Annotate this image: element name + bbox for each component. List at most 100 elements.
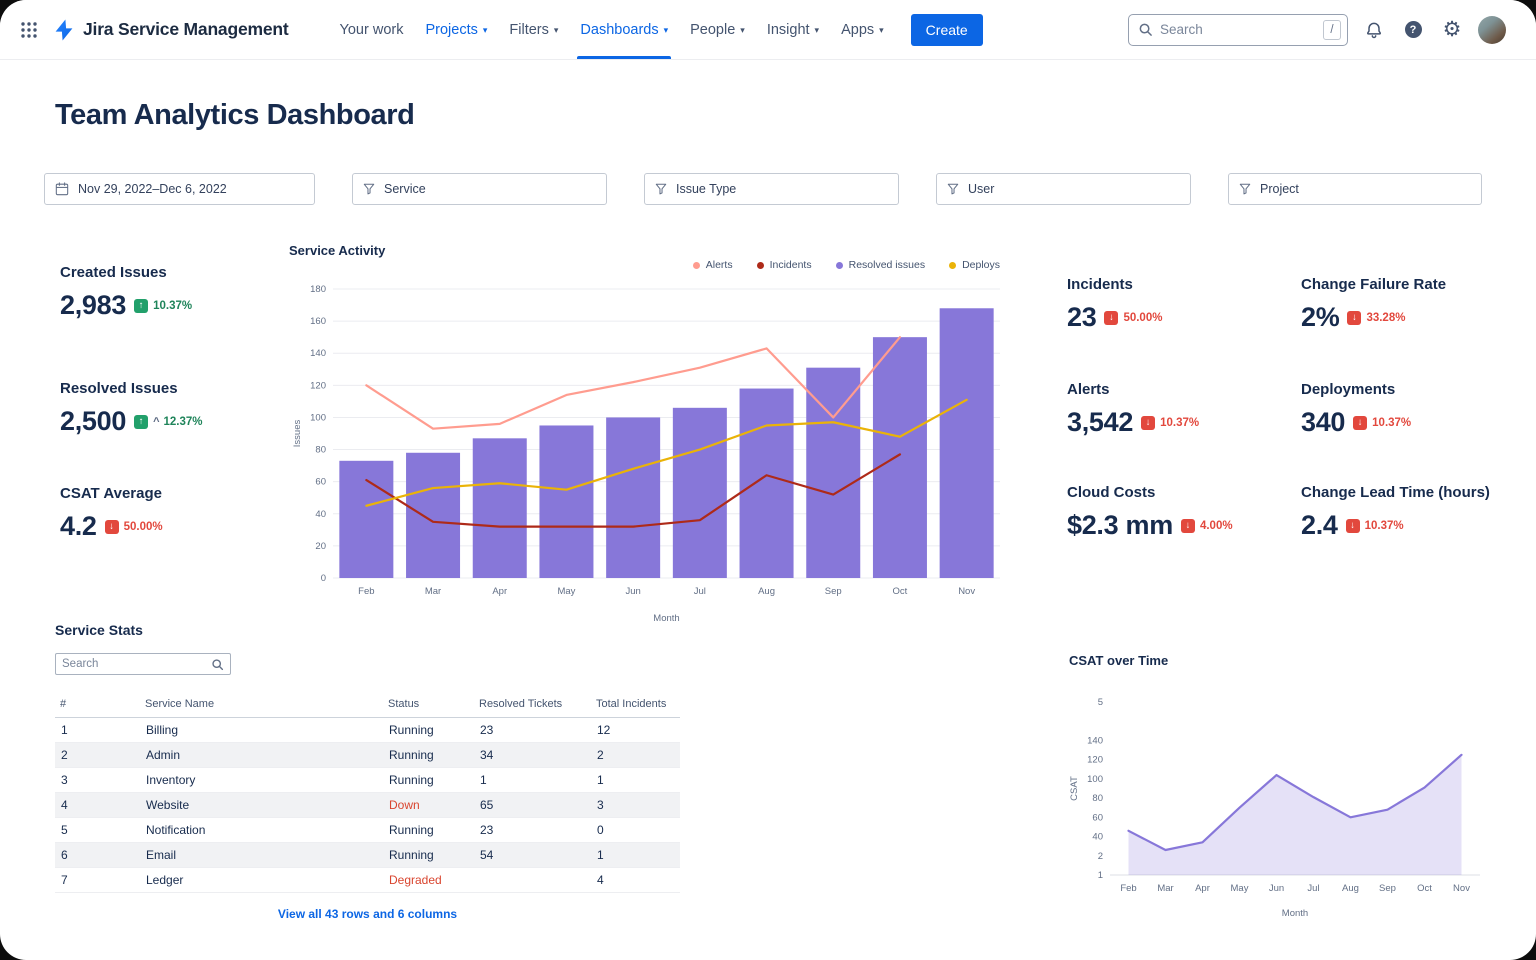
svg-text:40: 40 [1092,832,1103,843]
resolved-tickets-cell: 23 [474,718,591,743]
trend-badge: ↓ [1353,416,1367,430]
calendar-icon [55,182,69,196]
table-row-billing[interactable]: 1BillingRunning2312 [55,718,680,743]
kpi-label: Resolved Issues [60,380,203,397]
service-stats-table: #Service NameStatusResolved TicketsTotal… [55,692,680,893]
total-incidents-cell: 1 [591,768,680,793]
kpi-cloud-costs: Cloud Costs $2.3 mm ↓ 4.00% [1067,484,1233,541]
svg-text:180: 180 [310,284,326,295]
filter-issue-type[interactable]: Issue Type [644,173,899,205]
filter-user[interactable]: User [936,173,1191,205]
nav-item-apps[interactable]: Apps ▾ [830,0,895,59]
status-cell: Running [383,818,474,843]
nav-item-projects[interactable]: Projects ▾ [414,0,498,59]
chart-legend: Alerts Incidents Resolved issues Deploys [283,259,1000,271]
nav-item-your-work[interactable]: Your work [329,0,415,59]
table-search-input[interactable] [62,658,211,670]
filter-label: Nov 29, 2022–Dec 6, 2022 [78,182,227,196]
chevron-down-icon: ▾ [664,25,669,36]
kpi-label: Incidents [1067,276,1162,293]
status-cell: Running [383,843,474,868]
table-row-admin[interactable]: 2AdminRunning342 [55,743,680,768]
table-row-website[interactable]: 4WebsiteDown653 [55,793,680,818]
nav-item-label: Apps [841,22,874,38]
nav-item-insight[interactable]: Insight ▾ [756,0,830,59]
svg-text:May: May [1231,883,1249,894]
total-incidents-cell: 12 [591,718,680,743]
kpi-value: 4.2 [60,511,97,542]
svg-text:1: 1 [1098,870,1103,881]
kpi-card: Created Issues 2,983 ↑ 10.37% [60,264,192,321]
nav-item-dashboards[interactable]: Dashboards ▾ [569,0,679,59]
row-number-cell: 5 [55,818,140,843]
kpi-card: Alerts 3,542 ↓ 10.37% [1067,381,1199,438]
app-switcher-icon[interactable] [20,21,38,39]
brand-home-link[interactable]: Jira Service Management [52,18,289,42]
kpi-card: Deployments 340 ↓ 10.37% [1301,381,1411,438]
column-header-status: Status [383,692,474,718]
legend-item-resolved-issues[interactable]: Resolved issues [836,259,925,271]
table-search[interactable] [55,653,231,675]
svg-text:Jul: Jul [1307,883,1319,894]
service-name-cell: Ledger [140,868,383,893]
svg-text:Feb: Feb [358,586,374,597]
filter-icon [1239,183,1251,195]
create-button[interactable]: Create [911,14,983,46]
svg-text:60: 60 [315,477,326,488]
svg-text:120: 120 [1087,755,1103,766]
global-search[interactable]: / [1128,14,1348,46]
svg-text:140: 140 [1087,735,1103,746]
filter-project[interactable]: Project [1228,173,1482,205]
resolved-tickets-cell: 34 [474,743,591,768]
svg-text:Apr: Apr [1195,883,1210,894]
svg-text:May: May [557,586,575,597]
view-all-link[interactable]: View all 43 rows and 6 columns [55,907,680,921]
table-row-ledger[interactable]: 7LedgerDegraded4 [55,868,680,893]
total-incidents-cell: 1 [591,843,680,868]
legend-item-alerts[interactable]: Alerts [693,259,733,271]
svg-text:Feb: Feb [1120,883,1136,894]
row-number-cell: 4 [55,793,140,818]
svg-text:Mar: Mar [1157,883,1173,894]
service-name-cell: Website [140,793,383,818]
filter-date-range[interactable]: Nov 29, 2022–Dec 6, 2022 [44,173,315,205]
legend-item-incidents[interactable]: Incidents [757,259,812,271]
brand-title: Jira Service Management [83,19,289,40]
chevron-down-icon: ▾ [879,25,884,36]
svg-text:Issues: Issues [292,420,303,448]
trend-badge: ↓ [105,520,119,534]
notifications-bell-icon[interactable] [1361,17,1387,43]
chevron-down-icon: ▾ [483,25,488,36]
kpi-delta: 10.37% [1160,417,1199,429]
kpi-delta: 10.37% [153,300,192,312]
filter-service[interactable]: Service [352,173,607,205]
legend-item-deploys[interactable]: Deploys [949,259,1000,271]
nav-item-people[interactable]: People ▾ [679,0,756,59]
trend-badge: ↑ [134,415,148,429]
status-cell: Degraded [383,868,474,893]
svg-text:Sep: Sep [825,586,842,597]
column-header-service-name: Service Name [140,692,383,718]
filter-label: Project [1260,182,1299,196]
resolved-tickets-cell [474,868,591,893]
nav-item-filters[interactable]: Filters ▾ [498,0,569,59]
table-row-notification[interactable]: 5NotificationRunning230 [55,818,680,843]
table-row-inventory[interactable]: 3InventoryRunning11 [55,768,680,793]
kpi-card: Incidents 23 ↓ 50.00% [1067,276,1162,333]
kpi-alerts: Alerts 3,542 ↓ 10.37% [1067,381,1199,438]
kpi-change-lead-time: Change Lead Time (hours) 2.4 ↓ 10.37% [1301,484,1490,541]
settings-gear-icon[interactable]: ⚙ [1439,17,1465,43]
kpi-value: $2.3 mm [1067,510,1173,541]
kpi-label: Change Lead Time (hours) [1301,484,1490,501]
svg-text:Sep: Sep [1379,883,1396,894]
table-row-email[interactable]: 6EmailRunning541 [55,843,680,868]
legend-dot [836,262,843,269]
search-input[interactable] [1160,22,1323,37]
service-name-cell: Email [140,843,383,868]
kpi-label: CSAT Average [60,485,163,502]
user-avatar[interactable] [1478,16,1506,44]
chevron-down-icon: ▾ [740,25,745,36]
help-icon[interactable]: ? [1400,17,1426,43]
row-number-cell: 2 [55,743,140,768]
total-incidents-cell: 3 [591,793,680,818]
